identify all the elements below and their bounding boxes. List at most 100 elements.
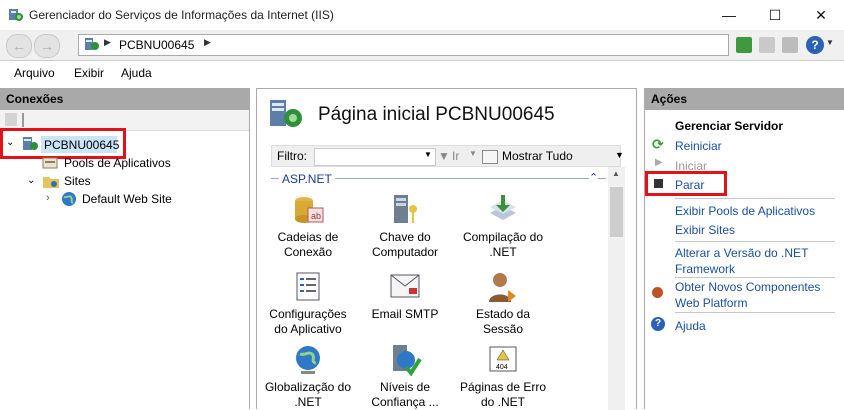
feature-label: Email SMTP bbox=[371, 307, 439, 321]
address-field[interactable]: ▶ PCBNU00645 ▶ bbox=[78, 34, 729, 56]
filter-input[interactable] bbox=[314, 148, 436, 166]
feature-app-settings[interactable]: Configurações do Aplicativo bbox=[262, 270, 354, 337]
forward-button[interactable]: → bbox=[34, 34, 60, 58]
action-label-line: Obter Novos Componentes bbox=[675, 280, 821, 294]
menu-bar: Arquivo Exibir Ajuda bbox=[0, 61, 844, 85]
show-all-button[interactable]: Mostrar Tudo bbox=[502, 149, 573, 163]
highlight-box bbox=[645, 171, 727, 196]
connect-icon[interactable] bbox=[5, 113, 17, 126]
more-options-icon[interactable]: ▼ bbox=[615, 150, 624, 160]
tree-item-default-web-site[interactable]: Default Web Site bbox=[82, 192, 172, 206]
server-home-icon bbox=[270, 100, 302, 127]
app-settings-icon bbox=[296, 272, 320, 301]
feature-net-compilation[interactable]: Compilação do .NET bbox=[457, 193, 549, 260]
go-dropdown-icon[interactable]: ▼ bbox=[469, 149, 477, 158]
feature-label: Chave do bbox=[379, 230, 431, 244]
action-label-line: Web Platform bbox=[675, 296, 748, 310]
highlight-box bbox=[0, 128, 126, 159]
feature-label: Configurações bbox=[269, 307, 347, 321]
menu-arquivo[interactable]: Arquivo bbox=[14, 66, 55, 80]
feature-machine-key[interactable]: Chave do Computador bbox=[359, 193, 451, 260]
home-page-pane: Página inicial PCBNU00645 Filtro: ▼ ▼ Ir… bbox=[256, 88, 637, 410]
minimize-button[interactable]: — bbox=[706, 0, 752, 30]
menu-ajuda[interactable]: Ajuda bbox=[121, 66, 152, 80]
feature-net-globalization[interactable]: Globalização do .NET bbox=[262, 343, 354, 410]
sites-folder-icon bbox=[43, 177, 59, 188]
server-icon bbox=[85, 38, 99, 50]
tree-item-app-pools[interactable]: Pools de Aplicativos bbox=[64, 156, 171, 170]
feature-smtp-email[interactable]: Email SMTP bbox=[359, 270, 451, 322]
feature-connection-strings[interactable]: ab Cadeias de Conexão bbox=[262, 193, 354, 260]
breadcrumb-arrow-icon[interactable]: ▶ bbox=[104, 37, 111, 48]
feature-label: Computador bbox=[371, 245, 439, 259]
feature-label: Níveis de bbox=[379, 380, 431, 394]
filter-dropdown-icon[interactable]: ▼ bbox=[424, 150, 432, 159]
feature-label: .NET bbox=[489, 245, 517, 259]
feature-label: Confiança ... bbox=[371, 395, 439, 409]
start-icon: ▶ bbox=[655, 157, 663, 168]
trust-levels-icon bbox=[393, 345, 422, 377]
error-pages-icon: 404 bbox=[489, 346, 517, 372]
web-platform-icon bbox=[652, 287, 663, 298]
globe-icon bbox=[62, 192, 76, 206]
toolbar-separator bbox=[22, 113, 24, 127]
feature-label: Compilação do bbox=[462, 230, 544, 244]
iis-app-icon bbox=[9, 9, 23, 21]
title-bar: Gerenciador do Serviços de Informações d… bbox=[0, 0, 844, 30]
connection-strings-icon: ab bbox=[295, 197, 324, 223]
svg-text:ab: ab bbox=[311, 211, 321, 221]
tree-item-sites[interactable]: Sites bbox=[64, 174, 91, 188]
actions-separator bbox=[675, 241, 835, 242]
actions-separator bbox=[675, 277, 835, 278]
menu-exibir[interactable]: Exibir bbox=[74, 66, 104, 80]
feature-label: do .NET bbox=[480, 395, 525, 409]
go-button[interactable]: Ir bbox=[452, 149, 459, 163]
filter-label: Filtro: bbox=[277, 149, 307, 163]
feature-net-error-pages[interactable]: 404 Páginas de Erro do .NET bbox=[457, 343, 549, 410]
address-bar-row: ← → ▶ PCBNU00645 ▶ ? ▼ bbox=[0, 30, 844, 61]
stop-icon[interactable] bbox=[759, 37, 775, 53]
action-restart[interactable]: Reiniciar bbox=[675, 138, 722, 154]
show-all-icon[interactable] bbox=[482, 150, 498, 164]
action-help[interactable]: Ajuda bbox=[675, 318, 706, 334]
action-view-app-pools[interactable]: Exibir Pools de Aplicativos bbox=[675, 203, 815, 219]
compilation-icon bbox=[490, 195, 516, 220]
feature-label: .NET bbox=[294, 395, 322, 409]
restart-icon: ⟳ bbox=[652, 136, 664, 152]
help-icon[interactable]: ? bbox=[806, 36, 824, 54]
smtp-email-icon bbox=[390, 274, 420, 298]
connections-pane: Conexões ⌄ PCBNU00645 Pools de Aplicativ… bbox=[0, 88, 250, 409]
actions-separator bbox=[675, 198, 835, 199]
collapse-group-icon[interactable]: ⌃ bbox=[589, 171, 599, 184]
breadcrumb-server[interactable]: PCBNU00645 bbox=[119, 38, 194, 52]
feature-session-state[interactable]: Estado da Sessão bbox=[457, 270, 549, 337]
action-label-line: Alterar a Versão do .NET bbox=[675, 246, 809, 260]
feature-label: Páginas de Erro bbox=[459, 380, 547, 394]
actions-header: Ações bbox=[645, 88, 844, 110]
collapse-arrow-icon[interactable]: › bbox=[46, 192, 50, 204]
group-header-aspnet[interactable]: ASP.NET bbox=[279, 172, 335, 186]
scroll-up-icon[interactable]: ▲ bbox=[612, 169, 620, 178]
action-change-net-version[interactable]: Alterar a Versão do .NET Framework bbox=[675, 245, 808, 277]
maximize-button[interactable]: ☐ bbox=[752, 0, 798, 30]
help-dropdown-icon[interactable]: ▼ bbox=[826, 38, 834, 47]
scroll-thumb[interactable] bbox=[610, 187, 623, 237]
expand-arrow-icon[interactable]: ⌄ bbox=[27, 175, 35, 186]
actions-separator bbox=[675, 312, 835, 313]
home-icon[interactable] bbox=[782, 37, 798, 53]
filter-bar: Filtro: ▼ ▼ Ir ▼ Mostrar Tudo ▼ bbox=[271, 145, 624, 167]
go-icon[interactable]: ▼ bbox=[438, 149, 450, 163]
back-button[interactable]: ← bbox=[6, 34, 32, 58]
refresh-icon[interactable] bbox=[736, 37, 752, 53]
action-label-line: Framework bbox=[675, 262, 736, 276]
close-button[interactable]: ✕ bbox=[798, 0, 844, 30]
action-get-new-components[interactable]: Obter Novos Componentes Web Platform bbox=[675, 279, 820, 311]
feature-label: Estado da Sessão bbox=[475, 307, 531, 336]
vertical-scrollbar[interactable]: ▲ bbox=[608, 167, 625, 410]
breadcrumb-arrow-icon[interactable]: ▶ bbox=[204, 37, 211, 48]
feature-trust-levels[interactable]: Níveis de Confiança ... bbox=[359, 343, 451, 410]
machine-key-icon bbox=[394, 195, 417, 223]
window-title: Gerenciador do Serviços de Informações d… bbox=[29, 8, 334, 22]
action-view-sites[interactable]: Exibir Sites bbox=[675, 222, 735, 238]
actions-pane: Ações Gerenciar Servidor ⟳ Reiniciar ▶ I… bbox=[644, 88, 844, 409]
